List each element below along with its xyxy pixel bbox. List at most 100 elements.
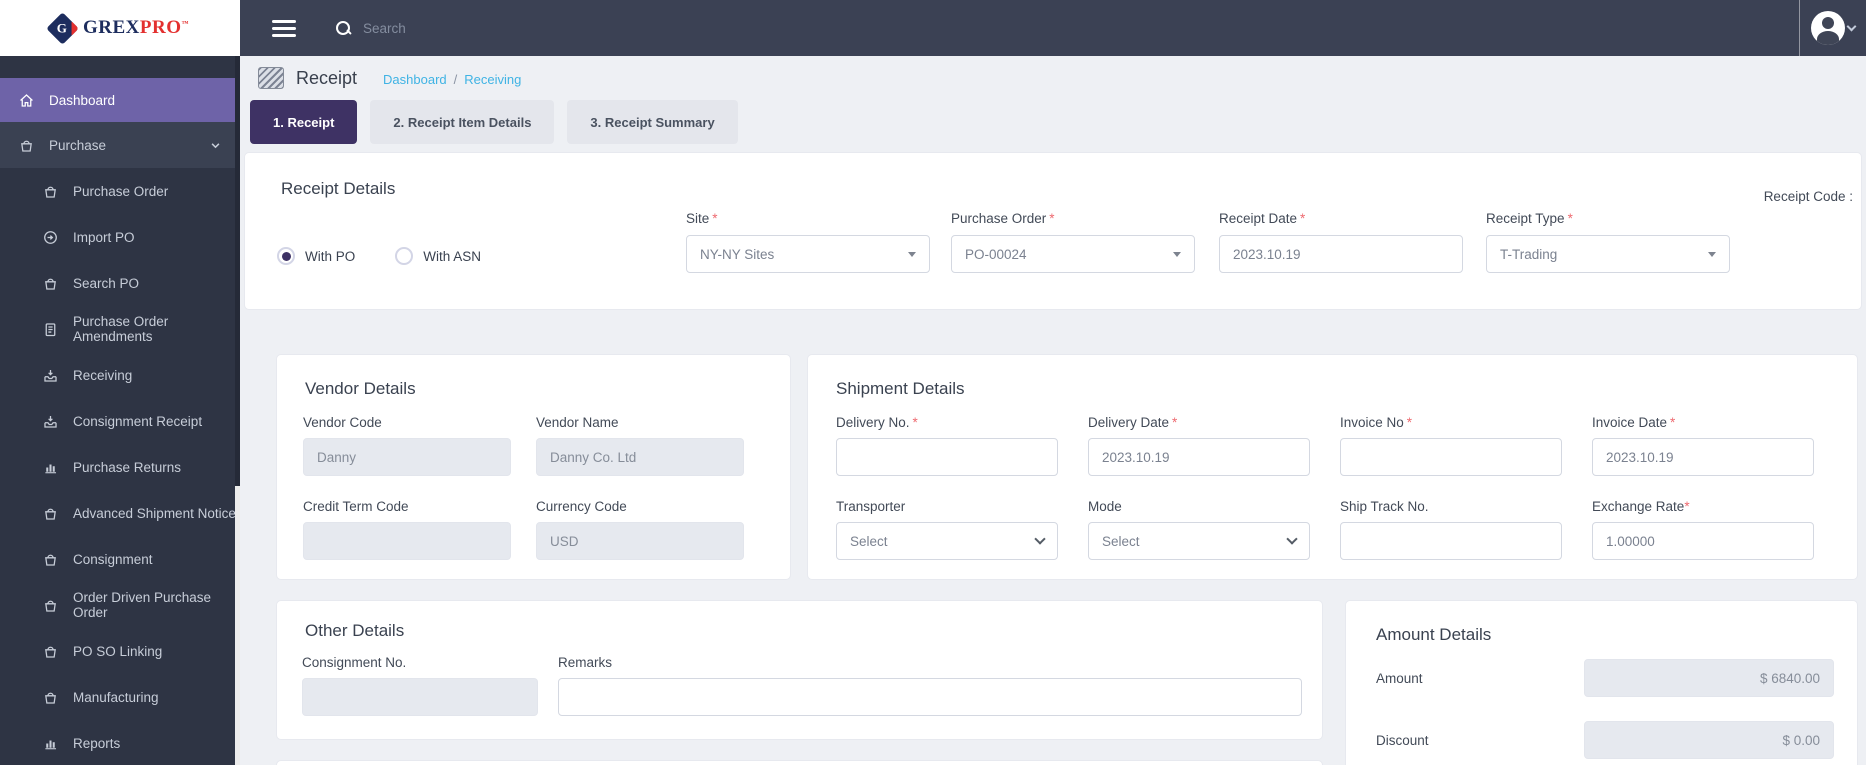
invoice-date-input[interactable]: [1592, 438, 1814, 476]
site-select[interactable]: NY-NY Sites: [686, 235, 930, 273]
credit-term-code-input[interactable]: [303, 522, 511, 560]
delivery-date-field: Delivery Date *: [1088, 415, 1310, 476]
sidebar-item-order-driven-po[interactable]: Order Driven Purchase Order: [0, 582, 240, 628]
amount-label: Amount: [1376, 671, 1423, 686]
receipt-date-field: Receipt Date *: [1219, 211, 1463, 273]
wizard-tabs: 1. Receipt 2. Receipt Item Details 3. Re…: [250, 100, 1866, 144]
basket-icon: [45, 554, 56, 566]
topbar-content: [240, 0, 1866, 56]
tab-receipt[interactable]: 1. Receipt: [250, 100, 358, 144]
invoice-date-field: Invoice Date *: [1592, 415, 1814, 476]
required-marker: *: [1406, 415, 1413, 430]
global-search: [336, 20, 603, 36]
caret-down-icon: [1173, 251, 1181, 257]
required-marker: *: [1300, 211, 1306, 226]
basket-icon: [45, 278, 56, 290]
breadcrumb-dashboard-link[interactable]: Dashboard: [383, 72, 447, 87]
discount-input[interactable]: [1584, 721, 1834, 759]
credit-term-code-field: Credit Term Code: [303, 499, 511, 560]
receipt-mode-radios: With PO With ASN: [277, 247, 481, 265]
sidebar-item-po-amendments[interactable]: Purchase Order Amendments: [0, 306, 240, 352]
sidebar-item-import-po[interactable]: Import PO: [0, 214, 240, 260]
required-marker: *: [1172, 415, 1178, 430]
required-marker: *: [1684, 499, 1690, 514]
vendor-code-input[interactable]: [303, 438, 511, 476]
receipt-details-heading: Receipt Details: [281, 179, 396, 198]
amount-input[interactable]: [1584, 659, 1834, 697]
brand-diamond-icon: G: [46, 11, 79, 45]
caret-down-icon: [1708, 251, 1716, 257]
receipt-date-input[interactable]: [1219, 235, 1463, 273]
tab-receipt-item-details[interactable]: 2. Receipt Item Details: [370, 100, 555, 144]
sidebar-item-manufacturing[interactable]: Manufacturing: [0, 674, 240, 720]
search-input[interactable]: [363, 20, 603, 36]
required-marker: *: [1567, 211, 1573, 226]
radio-with-asn-control[interactable]: [395, 247, 414, 265]
exchange-rate-field: Exchange Rate*: [1592, 499, 1814, 560]
topbar: G GREXPRO™: [0, 0, 1866, 56]
delivery-no-input[interactable]: [836, 438, 1058, 476]
mode-select[interactable]: Select: [1088, 522, 1310, 560]
sidebar-item-po-so-linking[interactable]: PO SO Linking: [0, 628, 240, 674]
radio-with-po[interactable]: With PO: [277, 247, 355, 265]
consignment-no-input[interactable]: [302, 678, 538, 716]
consignment-no-field: Consignment No.: [302, 655, 538, 716]
basket-icon: [45, 646, 56, 658]
currency-code-field: Currency Code: [536, 499, 744, 560]
sidebar-item-purchase[interactable]: Purchase: [0, 122, 240, 168]
sidebar-item-consignment-receipt[interactable]: Consignment Receipt: [0, 398, 240, 444]
transporter-field: Transporter Select: [836, 499, 1058, 560]
main-content: Receipt Dashboard / Receiving 1. Receipt…: [240, 56, 1866, 765]
sidebar-item-purchase-returns[interactable]: Purchase Returns: [0, 444, 240, 490]
vendor-details-heading: Vendor Details: [305, 379, 416, 398]
user-menu[interactable]: [1800, 11, 1866, 45]
menu-toggle-icon[interactable]: [272, 19, 296, 37]
basket-icon: [45, 508, 56, 520]
remarks-input[interactable]: [558, 678, 1302, 716]
required-marker: *: [1049, 211, 1055, 226]
required-marker: *: [712, 211, 718, 226]
home-icon: [20, 93, 33, 107]
other-details-heading: Other Details: [305, 621, 405, 640]
purchase-order-select[interactable]: PO-00024: [951, 235, 1195, 273]
sidebar-item-dashboard[interactable]: Dashboard: [0, 78, 240, 122]
receipt-code-label: Receipt Code :: [1763, 189, 1853, 204]
bar-chart-icon: [45, 464, 57, 473]
sidebar-item-advanced-shipment-notice[interactable]: Advanced Shipment Notice: [0, 490, 240, 536]
currency-code-input[interactable]: [536, 522, 744, 560]
sidebar-item-reports[interactable]: Reports: [0, 720, 240, 765]
invoice-no-input[interactable]: [1340, 438, 1562, 476]
search-icon: [336, 20, 351, 36]
shipment-details-card: Shipment Details Delivery No. * Delivery …: [807, 354, 1858, 580]
sidebar-item-purchase-order[interactable]: Purchase Order: [0, 168, 240, 214]
import-arrow-icon: [44, 230, 57, 244]
sidebar-item-consignment[interactable]: Consignment: [0, 536, 240, 582]
amount-details-card: Amount Details Amount Discount: [1345, 600, 1858, 765]
radio-with-asn[interactable]: With ASN: [395, 247, 481, 265]
sidebar-item-search-po[interactable]: Search PO: [0, 260, 240, 306]
site-field: Site * NY-NY Sites: [686, 211, 930, 273]
sidebar: Dashboard Purchase Purchase Order Import…: [0, 56, 240, 765]
brand-logo[interactable]: G GREXPRO™: [0, 0, 240, 56]
vendor-name-input[interactable]: [536, 438, 744, 476]
radio-with-po-control[interactable]: [277, 247, 295, 265]
ship-track-no-input[interactable]: [1340, 522, 1562, 560]
transporter-select[interactable]: Select: [836, 522, 1058, 560]
shipment-details-heading: Shipment Details: [836, 379, 965, 398]
discount-label: Discount: [1376, 733, 1429, 748]
receipt-page-icon: [258, 67, 284, 89]
sidebar-item-receiving[interactable]: Receiving: [0, 352, 240, 398]
exchange-rate-input[interactable]: [1592, 522, 1814, 560]
vendor-name-field: Vendor Name: [536, 415, 744, 476]
caret-down-icon: [908, 251, 916, 257]
breadcrumb-receiving-link[interactable]: Receiving: [464, 72, 521, 87]
next-section-card-partial: [276, 760, 1323, 765]
vendor-code-field: Vendor Code: [303, 415, 511, 476]
vendor-details-card: Vendor Details Vendor Code Vendor Name C…: [276, 354, 791, 580]
receipt-type-select[interactable]: T-Trading: [1486, 235, 1730, 273]
required-marker: *: [912, 415, 918, 430]
delivery-date-input[interactable]: [1088, 438, 1310, 476]
remarks-field: Remarks: [558, 655, 1302, 716]
page-header: Receipt Dashboard / Receiving: [240, 56, 1866, 92]
tab-receipt-summary[interactable]: 3. Receipt Summary: [567, 100, 738, 144]
